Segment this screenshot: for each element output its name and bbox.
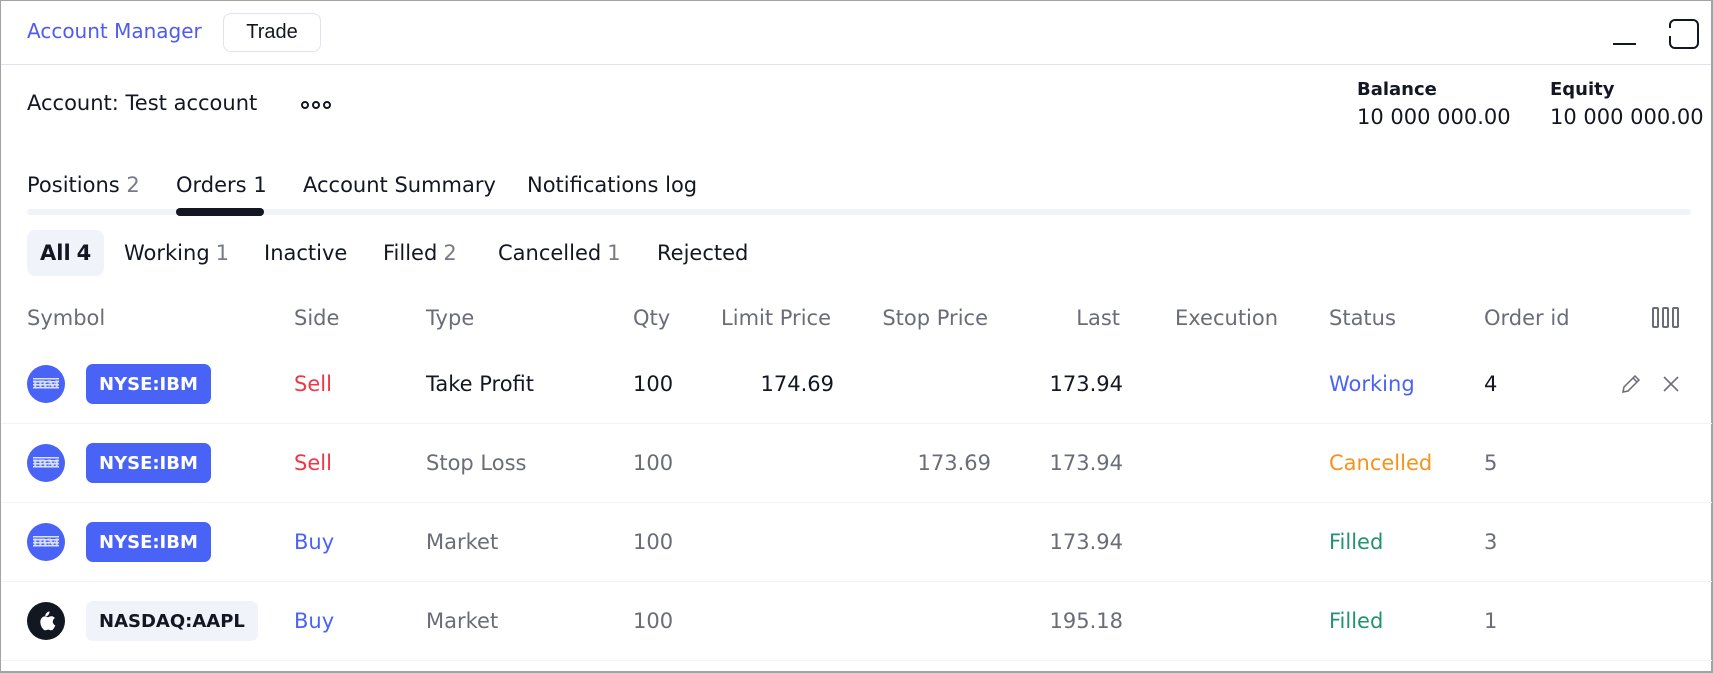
active-tab-indicator [176, 208, 264, 216]
symbol-badge[interactable]: NYSE:IBM [86, 443, 211, 483]
ibm-logo-icon: IBM [27, 523, 65, 561]
filter-count: 4 [76, 241, 92, 265]
side-cell: Sell [294, 451, 332, 475]
type-cell: Stop Loss [426, 451, 527, 475]
status-cell: Filled [1329, 609, 1384, 633]
column-header-last[interactable]: Last [1076, 306, 1120, 330]
filter-working[interactable]: Working 1 [111, 230, 242, 276]
close-icon[interactable] [1658, 371, 1684, 397]
limit-price-cell: 174.69 [760, 372, 834, 396]
filter-count: 1 [215, 241, 230, 265]
tab-label: Positions [27, 173, 120, 197]
filter-inactive[interactable]: Inactive [251, 230, 360, 276]
svg-text:IBM: IBM [33, 458, 59, 470]
balance-value: 10 000 000.00 [1357, 105, 1511, 129]
column-header-qty[interactable]: Qty [633, 306, 670, 330]
table-row[interactable]: IBM NYSE:IBM Buy Market 100 173.94 Fille… [1, 503, 1712, 582]
filter-label: Filled [383, 241, 438, 265]
filter-filled[interactable]: Filled 2 [370, 230, 470, 276]
tab-label: Orders [176, 173, 247, 197]
tab-account-summary[interactable]: Account Summary [303, 173, 496, 197]
balance-label: Balance [1357, 79, 1437, 100]
symbol-badge[interactable]: NASDAQ:AAPL [86, 601, 258, 641]
minimize-icon[interactable] [1611, 29, 1639, 49]
column-header-execution[interactable]: Execution [1175, 306, 1278, 330]
last-cell: 173.94 [1049, 372, 1123, 396]
filter-label: Cancelled [498, 241, 602, 265]
status-cell: Filled [1329, 530, 1384, 554]
filter-all[interactable]: All 4 [27, 230, 105, 276]
column-header-limit-price[interactable]: Limit Price [721, 306, 831, 330]
account-manager-panel: Account Manager Trade Account: Test acco… [0, 0, 1713, 673]
edit-icon[interactable] [1618, 371, 1644, 397]
side-cell: Buy [294, 530, 335, 554]
side-cell: Buy [294, 609, 335, 633]
column-header-side[interactable]: Side [294, 306, 339, 330]
type-cell: Take Profit [426, 372, 535, 396]
table-row[interactable]: NASDAQ:AAPL Buy Market 100 195.18 Filled… [1, 582, 1712, 661]
symbol-badge[interactable]: NYSE:IBM [86, 522, 211, 562]
qty-cell: 100 [633, 451, 674, 475]
filter-label: Rejected [657, 241, 749, 265]
more-icon[interactable] [301, 97, 333, 113]
svg-text:IBM: IBM [33, 379, 59, 391]
stop-price-cell: 173.69 [917, 451, 991, 475]
qty-cell: 100 [633, 530, 674, 554]
column-header-order-id[interactable]: Order id [1484, 306, 1570, 330]
status-cell: Working [1329, 372, 1415, 396]
column-header-stop-price[interactable]: Stop Price [882, 306, 988, 330]
column-header-symbol[interactable]: Symbol [27, 306, 105, 330]
last-cell: 195.18 [1049, 609, 1123, 633]
symbol-badge[interactable]: NYSE:IBM [86, 364, 211, 404]
order-id-cell: 4 [1484, 372, 1498, 396]
tab-track [27, 209, 1691, 215]
filter-label: Inactive [264, 241, 348, 265]
account-selector[interactable]: Account: Test account [27, 91, 257, 115]
filter-label: All [40, 241, 71, 265]
tab-count: 1 [253, 173, 267, 197]
equity-label: Equity [1550, 79, 1615, 100]
account-manager-title[interactable]: Account Manager [27, 19, 202, 43]
order-id-cell: 3 [1484, 530, 1498, 554]
equity-value: 10 000 000.00 [1550, 105, 1704, 129]
last-cell: 173.94 [1049, 530, 1123, 554]
table-row[interactable]: IBM NYSE:IBM Sell Take Profit 100 174.69… [1, 345, 1712, 424]
trade-button[interactable]: Trade [223, 13, 321, 52]
svg-text:IBM: IBM [33, 537, 59, 549]
side-cell: Sell [294, 372, 332, 396]
filter-cancelled[interactable]: Cancelled 1 [485, 230, 634, 276]
order-id-cell: 1 [1484, 609, 1498, 633]
tab-label: Notifications log [527, 173, 698, 197]
filter-count: 1 [607, 241, 621, 265]
tab-orders[interactable]: Orders 1 [176, 173, 267, 197]
ibm-logo-icon: IBM [27, 444, 65, 482]
last-cell: 173.94 [1049, 451, 1123, 475]
tab-count: 2 [126, 173, 140, 197]
qty-cell: 100 [633, 372, 674, 396]
apple-logo-icon [27, 602, 65, 640]
type-cell: Market [426, 530, 499, 554]
order-id-cell: 5 [1484, 451, 1498, 475]
filter-label: Working [124, 241, 210, 265]
qty-cell: 100 [633, 609, 674, 633]
filter-count: 2 [443, 241, 457, 265]
maximize-icon[interactable] [1667, 17, 1699, 49]
tab-notifications-log[interactable]: Notifications log [527, 173, 697, 197]
column-header-type[interactable]: Type [426, 306, 474, 330]
tab-label: Account Summary [303, 173, 496, 197]
column-header-status[interactable]: Status [1329, 306, 1396, 330]
ibm-logo-icon: IBM [27, 365, 65, 403]
columns-icon[interactable] [1652, 307, 1682, 329]
filter-rejected[interactable]: Rejected [644, 230, 761, 276]
panel-header: Account Manager Trade [1, 1, 1711, 65]
status-cell: Cancelled [1329, 451, 1433, 475]
table-row[interactable]: IBM NYSE:IBM Sell Stop Loss 100 173.69 1… [1, 424, 1712, 503]
type-cell: Market [426, 609, 499, 633]
tab-positions[interactable]: Positions 2 [27, 173, 140, 197]
